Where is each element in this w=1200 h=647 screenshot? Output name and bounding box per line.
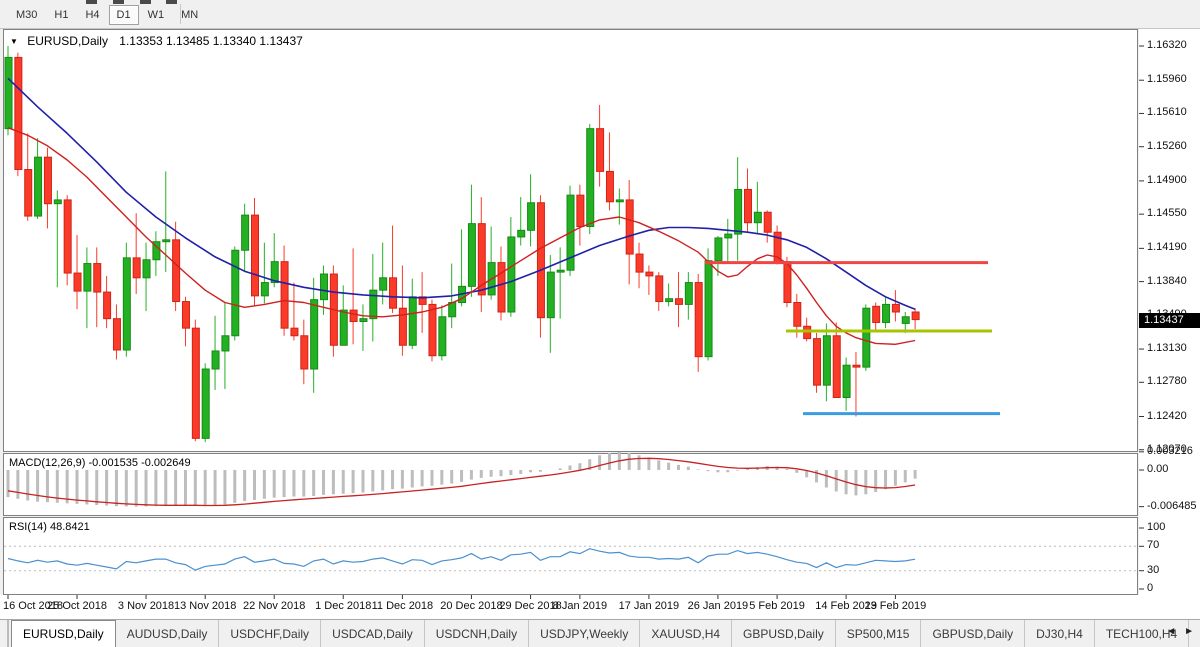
clipped-toolbar-icon bbox=[113, 0, 124, 4]
chart-symbol-label: EURUSD,Daily bbox=[27, 34, 108, 48]
price-axis-label: 1.15610 bbox=[1147, 106, 1187, 118]
symbol-tab[interactable]: SP500,M15 bbox=[836, 620, 922, 647]
tab-scroll-left-icon[interactable]: ◄ bbox=[1162, 624, 1180, 639]
price-axis-label: 1.14550 bbox=[1147, 207, 1187, 219]
rsi-name: RSI(14) bbox=[9, 521, 47, 533]
symbol-tab[interactable]: XAUUSD,H4 bbox=[640, 620, 732, 647]
timeframe-toolbar: M30H1H4D1W1MN bbox=[0, 0, 1200, 29]
symbol-tab[interactable]: EURUSD,Daily bbox=[11, 620, 116, 647]
timeframe-button-d1[interactable]: D1 bbox=[109, 5, 139, 25]
macd-axis-label: -0.006485 bbox=[1147, 500, 1197, 512]
rsi-value: 48.8421 bbox=[50, 521, 90, 533]
symbol-tab[interactable]: USDCAD,Daily bbox=[321, 620, 425, 647]
date-label: 13 Nov 2018 bbox=[174, 600, 236, 612]
tab-scroll-right-icon[interactable]: ► bbox=[1180, 624, 1198, 639]
symbol-tab[interactable]: USDCNH,Daily bbox=[425, 620, 529, 647]
rsi-axis-label: 100 bbox=[1147, 521, 1165, 533]
date-label: 11 Dec 2018 bbox=[372, 600, 434, 612]
symbol-tab[interactable]: USDJPY,Weekly bbox=[529, 620, 640, 647]
date-label: 25 Oct 2018 bbox=[47, 600, 107, 612]
price-axis-label: 1.15260 bbox=[1147, 140, 1187, 152]
price-axis-label: 1.14900 bbox=[1147, 174, 1187, 186]
timeframe-button-mn[interactable]: MN bbox=[173, 5, 206, 25]
date-label: 1 Dec 2018 bbox=[315, 600, 371, 612]
timeframe-buttons: M30H1H4D1W1MN bbox=[8, 5, 207, 25]
symbol-tab[interactable]: GBPUSD,Daily bbox=[732, 620, 836, 647]
macd-name: MACD(12,26,9) bbox=[9, 457, 85, 469]
price-axis-label: 1.13840 bbox=[1147, 275, 1187, 287]
timeframe-button-h1[interactable]: H1 bbox=[46, 5, 76, 25]
symbol-tab[interactable]: AUDUSD,Daily bbox=[116, 620, 220, 647]
rsi-axis-label: 70 bbox=[1147, 539, 1159, 551]
chart-title: ▼ EURUSD,Daily 1.13353 1.13485 1.13340 1… bbox=[10, 34, 303, 48]
timeframe-button-h4[interactable]: H4 bbox=[77, 5, 107, 25]
symbol-tabbar: EURUSD,DailyAUDUSD,DailyUSDCHF,DailyUSDC… bbox=[0, 619, 1200, 647]
current-price-badge: 1.13437 bbox=[1139, 313, 1200, 328]
price-axis-label: 1.14190 bbox=[1147, 241, 1187, 253]
price-chart-pane[interactable] bbox=[3, 29, 1138, 452]
macd-axis-label: 0.00 bbox=[1147, 463, 1168, 475]
rsi-pane[interactable] bbox=[3, 517, 1138, 595]
clipped-toolbar-icon bbox=[140, 0, 151, 4]
macd-axis-label: 0.003216 bbox=[1147, 445, 1193, 457]
symbol-tab[interactable]: DJ30,H4 bbox=[1025, 620, 1095, 647]
symbol-tab[interactable]: GBPUSD,Daily bbox=[921, 620, 1025, 647]
symbol-dropdown-icon: ▼ bbox=[10, 37, 18, 46]
date-label: 3 Nov 2018 bbox=[118, 600, 174, 612]
date-label: 5 Feb 2019 bbox=[749, 600, 805, 612]
price-axis-label: 1.12420 bbox=[1147, 410, 1187, 422]
date-label: 20 Dec 2018 bbox=[440, 600, 502, 612]
price-axis-label: 1.12780 bbox=[1147, 375, 1187, 387]
tab-scroll-arrows: ◄ ► bbox=[1162, 624, 1198, 639]
chart-ohlc-values: 1.13353 1.13485 1.13340 1.13437 bbox=[119, 34, 303, 48]
date-label: 23 Feb 2019 bbox=[865, 600, 927, 612]
toolbar-divider bbox=[180, 4, 181, 24]
date-label: 26 Jan 2019 bbox=[688, 600, 749, 612]
price-axis-label: 1.16320 bbox=[1147, 39, 1187, 51]
clipped-toolbar-icon bbox=[166, 0, 177, 4]
date-label: 22 Nov 2018 bbox=[243, 600, 305, 612]
symbol-tab[interactable]: USDCHF,Daily bbox=[219, 620, 321, 647]
timeframe-button-w1[interactable]: W1 bbox=[140, 5, 173, 25]
rsi-indicator-label: RSI(14) 48.8421 bbox=[9, 521, 90, 533]
date-label: 17 Jan 2019 bbox=[619, 600, 680, 612]
macd-values: -0.001535 -0.002649 bbox=[88, 457, 190, 469]
tabbar-gutter bbox=[0, 620, 9, 647]
rsi-axis-label: 30 bbox=[1147, 564, 1159, 576]
clipped-toolbar-icon bbox=[86, 0, 97, 4]
timeframe-button-m30[interactable]: M30 bbox=[8, 5, 45, 25]
price-axis-label: 1.15960 bbox=[1147, 73, 1187, 85]
date-label: 8 Jan 2019 bbox=[553, 600, 607, 612]
price-axis-label: 1.13130 bbox=[1147, 342, 1187, 354]
mt4-window: M30H1H4D1W1MN ▼ EURUSD,Daily 1.13353 1.1… bbox=[0, 0, 1200, 647]
rsi-axis-label: 0 bbox=[1147, 582, 1153, 594]
macd-indicator-label: MACD(12,26,9) -0.001535 -0.002649 bbox=[9, 457, 191, 469]
